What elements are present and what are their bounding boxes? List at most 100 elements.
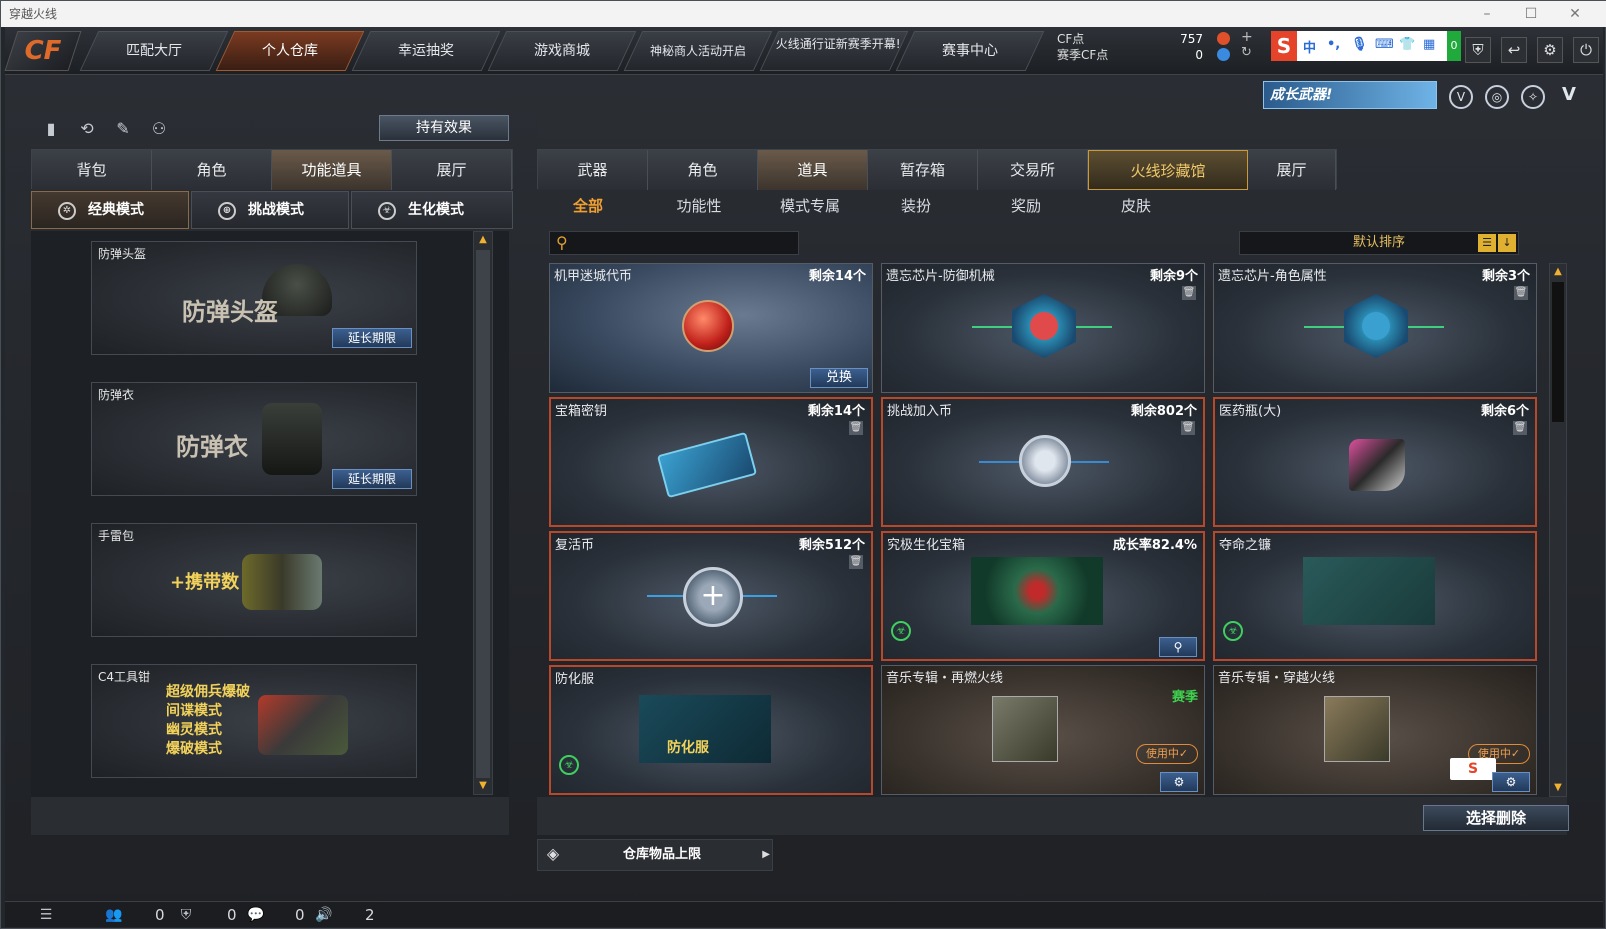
sogou-keyboard-icon[interactable]: ⌨: [1375, 37, 1394, 52]
scroll-thumb[interactable]: [1552, 282, 1564, 422]
tab-weapons[interactable]: 武器: [538, 150, 648, 190]
left-card-helmet[interactable]: 防弹头盔 防弹头盔 延长期限: [91, 241, 417, 355]
sort-direction-icon[interactable]: ↓: [1498, 234, 1516, 252]
power-icon[interactable]: ⏻: [1573, 37, 1599, 63]
subtab-reward[interactable]: 奖励: [991, 193, 1061, 219]
extend-button[interactable]: 延长期限: [332, 469, 412, 489]
nav-tab-warehouse[interactable]: 个人仓库: [215, 31, 365, 71]
subtab-skin[interactable]: 皮肤: [1101, 193, 1171, 219]
list-icon[interactable]: ☰: [35, 904, 57, 926]
scroll-down-icon[interactable]: ▼: [474, 778, 492, 794]
sogou-float-icon[interactable]: S: [1450, 758, 1496, 780]
item-card-hazmat-suit[interactable]: 防化服 防化服 ☣: [549, 665, 873, 795]
sort-dropdown[interactable]: 默认排序 ☰ ↓: [1239, 231, 1519, 255]
settings-gear-icon[interactable]: ⚙: [1160, 772, 1198, 792]
trash-icon[interactable]: 🗑: [1513, 421, 1527, 435]
magnify-button[interactable]: ⚲: [1159, 637, 1197, 657]
nav-tab-lottery[interactable]: 幸运抽奖: [351, 31, 501, 71]
spray-icon[interactable]: ✎: [111, 117, 135, 141]
item-card-chip-defense[interactable]: 遗忘芯片-防御机械 剩余9个 🗑: [881, 263, 1205, 393]
minimize-icon[interactable]: –: [1467, 1, 1507, 27]
cf-logo[interactable]: CF: [4, 31, 82, 71]
tab-exchange[interactable]: 交易所: [978, 150, 1088, 190]
mode-classic[interactable]: ✲ 经典模式: [31, 191, 189, 229]
badge-v-icon[interactable]: V: [1449, 85, 1473, 109]
mode-biochemical[interactable]: ☣ 生化模式: [351, 191, 513, 229]
tab-temp-box[interactable]: 暂存箱: [868, 150, 978, 190]
item-card-medkit-large[interactable]: 医药瓶(大) 剩余6个 🗑: [1213, 397, 1537, 527]
globe-icon[interactable]: ◎: [1485, 85, 1509, 109]
compass-icon[interactable]: ✧: [1521, 85, 1545, 109]
nav-tab-mystery-merchant[interactable]: 神秘商人活动开启: [623, 31, 773, 71]
refresh-icon[interactable]: ↻: [1241, 45, 1252, 60]
sogou-skin-icon[interactable]: 👕: [1399, 37, 1415, 52]
volume-icon[interactable]: 🔊: [313, 904, 335, 926]
search-box[interactable]: ⚲: [549, 231, 799, 255]
scroll-down-icon[interactable]: ▼: [1550, 780, 1566, 796]
item-card-chest-key[interactable]: 宝箱密钥 剩余14个 🗑: [549, 397, 873, 527]
trash-icon[interactable]: 🗑: [849, 555, 863, 569]
left-card-grenade-pack[interactable]: 手雷包 +携带数: [91, 523, 417, 637]
capacity-bar[interactable]: ◈ 仓库物品上限 ▶: [537, 839, 773, 871]
close-icon[interactable]: ✕: [1555, 1, 1595, 27]
item-card-chip-attribute[interactable]: 遗忘芯片-角色属性 剩余3个 🗑: [1213, 263, 1537, 393]
sogou-punctuation-icon[interactable]: •,: [1327, 37, 1340, 52]
left-card-c4-pliers[interactable]: C4工具钳 超级佣兵爆破 间谍模式 幽灵模式 爆破模式: [91, 664, 417, 778]
scroll-up-icon[interactable]: ▲: [474, 232, 492, 248]
trash-icon[interactable]: 🗑: [849, 421, 863, 435]
subtab-all[interactable]: 全部: [553, 193, 623, 219]
chat-icon[interactable]: 💬: [245, 904, 267, 926]
left-card-vest[interactable]: 防弹衣 防弹衣 延长期限: [91, 382, 417, 496]
item-card-music-crossfire[interactable]: 音乐专辑・穿越火线 使用中✓ S ⚙: [1213, 665, 1537, 795]
sogou-input-bar[interactable]: S 中 •, 🎙 ⌨ 👕 ▦ 0: [1271, 31, 1461, 61]
list-view-icon[interactable]: ☰: [1478, 234, 1496, 252]
gear-icon[interactable]: ⚙: [1537, 37, 1563, 63]
search-input[interactable]: [576, 234, 792, 252]
tab-items[interactable]: 道具: [758, 150, 868, 190]
tab-right-gallery[interactable]: 展厅: [1248, 150, 1336, 190]
nav-tab-lobby[interactable]: 匹配大厅: [79, 31, 229, 71]
trash-icon[interactable]: 🗑: [1181, 421, 1195, 435]
v-logo-icon[interactable]: V: [1557, 85, 1581, 109]
tab-characters[interactable]: 角色: [648, 150, 758, 190]
settings-gear-icon[interactable]: ⚙: [1492, 772, 1530, 792]
select-delete-button[interactable]: 选择删除: [1423, 805, 1569, 831]
subtab-cosmetic[interactable]: 装扮: [881, 193, 951, 219]
exchange-button[interactable]: 兑换: [810, 368, 868, 388]
item-card-ultimate-bio-chest[interactable]: 究极生化宝箱 成长率82.4% ☣ ⚲: [881, 531, 1205, 661]
shield-icon[interactable]: ⛨: [1465, 37, 1491, 63]
friends-icon[interactable]: 👥: [103, 904, 125, 926]
trash-icon[interactable]: 🗑: [1514, 286, 1528, 300]
sogou-apps-icon[interactable]: ▦: [1423, 37, 1435, 52]
tab-gallery[interactable]: 展厅: [392, 150, 512, 190]
sogou-mic-icon[interactable]: 🎙: [1351, 37, 1368, 52]
effects-button[interactable]: 持有效果: [379, 115, 509, 141]
nav-tab-battle-pass[interactable]: 火线通行证新赛季开幕!: [759, 31, 909, 71]
history-icon[interactable]: ⟲: [75, 117, 99, 141]
tab-backpack[interactable]: 背包: [32, 150, 152, 190]
item-card-death-scythe[interactable]: 夺命之镰 ☣: [1213, 531, 1537, 661]
scroll-thumb[interactable]: [476, 250, 490, 778]
clan-shield-icon[interactable]: ⛨: [175, 904, 197, 926]
sogou-chinese-mode[interactable]: 中: [1303, 37, 1316, 56]
extend-button[interactable]: 延长期限: [332, 328, 412, 348]
nav-tab-events[interactable]: 赛事中心: [895, 31, 1045, 71]
tab-role[interactable]: 角色: [152, 150, 272, 190]
stats-icon[interactable]: ▮: [39, 117, 63, 141]
subtab-functional[interactable]: 功能性: [659, 193, 739, 219]
recharge-plus-icon[interactable]: +: [1241, 29, 1253, 45]
item-card-revive-coin[interactable]: 复活币 剩余512个 🗑 +: [549, 531, 873, 661]
right-scrollbar[interactable]: ▲ ▼: [1549, 263, 1567, 797]
item-card-mech-token[interactable]: 机甲迷城代币 剩余14个 兑换: [549, 263, 873, 393]
growth-weapon-banner[interactable]: 成长武器!: [1263, 81, 1437, 109]
nav-tab-shop[interactable]: 游戏商城: [487, 31, 637, 71]
subtab-mode-exclusive[interactable]: 模式专属: [765, 193, 855, 219]
scroll-up-icon[interactable]: ▲: [1550, 264, 1566, 280]
mode-challenge[interactable]: ⊕ 挑战模式: [191, 191, 349, 229]
trash-icon[interactable]: 🗑: [1182, 286, 1196, 300]
bag-icon[interactable]: ⚇: [147, 117, 171, 141]
tab-collection-hall[interactable]: 火线珍藏馆: [1088, 150, 1248, 190]
item-card-music-reignite[interactable]: 音乐专辑・再燃火线 赛季 使用中✓ ⚙: [881, 665, 1205, 795]
expand-arrow-icon[interactable]: ▶: [762, 840, 770, 870]
left-scrollbar[interactable]: ▲ ▼: [473, 231, 493, 795]
